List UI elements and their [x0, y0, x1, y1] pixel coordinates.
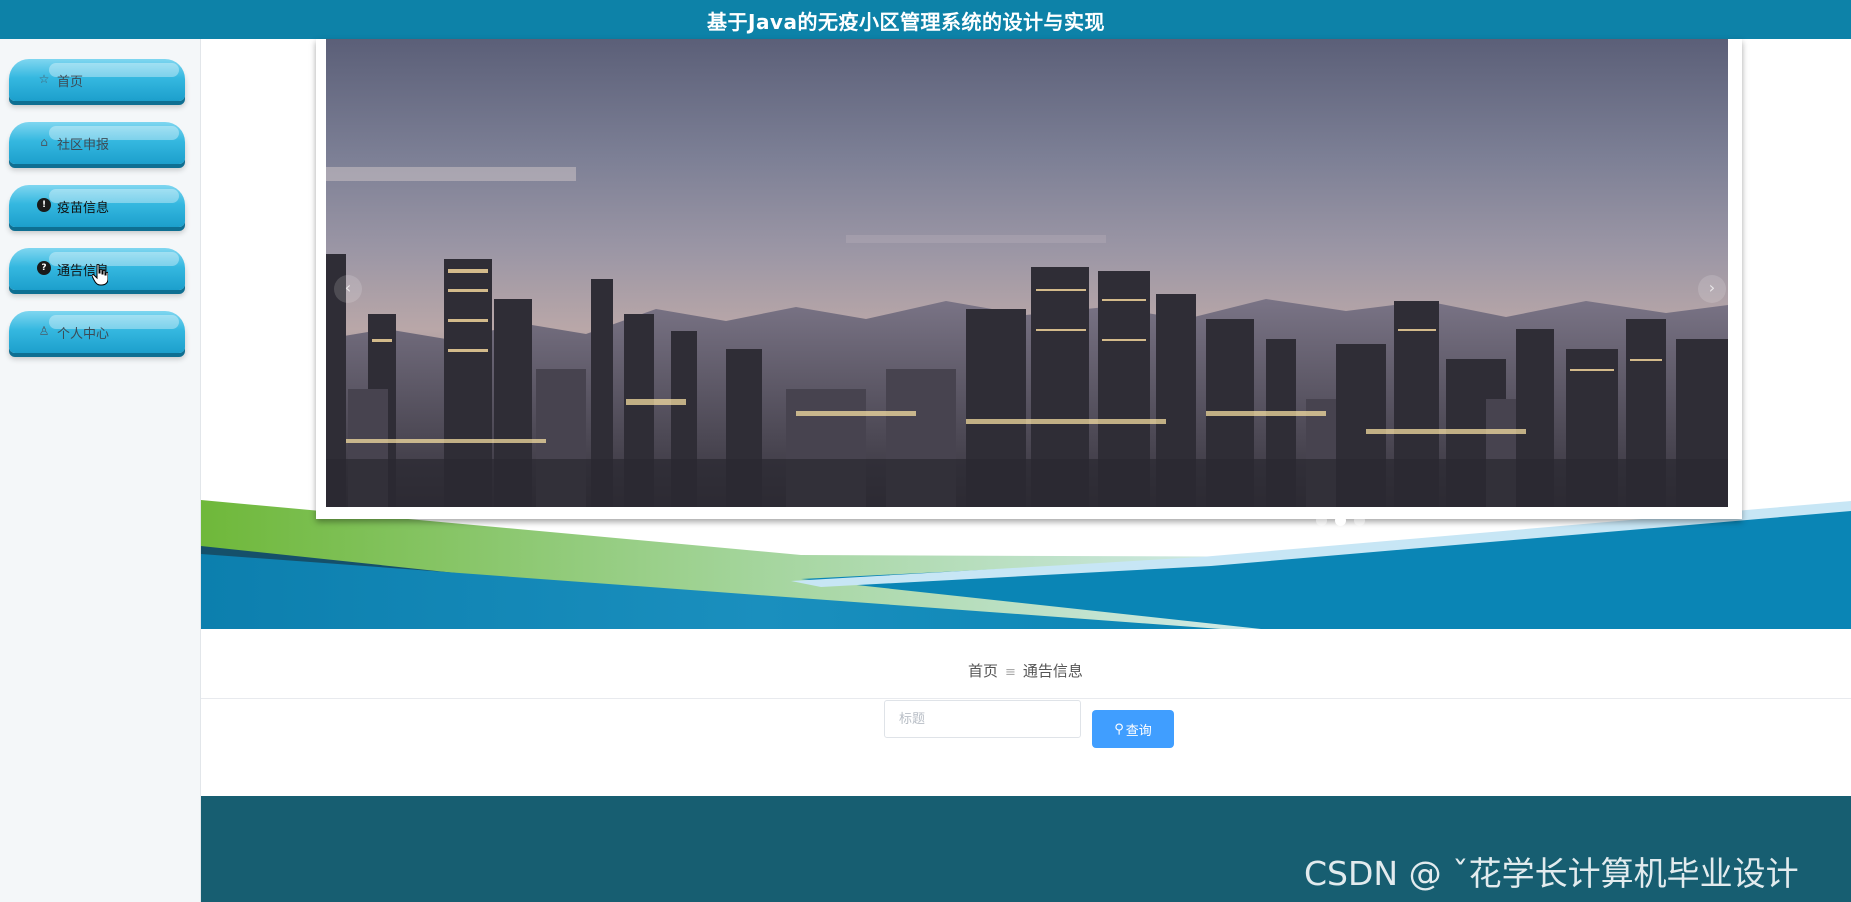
hand-cursor-icon — [92, 264, 108, 286]
city-skyline-illustration — [326, 39, 1728, 507]
sidebar: ☆ 首页 ⌂ 社区申报 ! 疫苗信息 ? 通告信息 ♙ 个人中心 — [0, 39, 201, 902]
sidebar-item-community-report[interactable]: ⌂ 社区申报 — [9, 122, 185, 164]
carousel-indicators — [1316, 515, 1365, 526]
csdn-watermark: CSDN @ ˇ花学长计算机毕业设计 — [1304, 854, 1799, 893]
sidebar-item-home[interactable]: ☆ 首页 — [9, 59, 185, 101]
sidebar-item-personal-center[interactable]: ♙ 个人中心 — [9, 311, 185, 353]
sidebar-item-label: 首页 — [57, 75, 84, 90]
search-button-label: 查询 — [1125, 723, 1152, 739]
breadcrumb-current: 通告信息 — [1022, 662, 1083, 680]
sidebar-item-label: 社区申报 — [57, 138, 110, 153]
top-header: 基于Java的无疫小区管理系统的设计与实现 — [0, 0, 1851, 39]
question-circle-icon: ? — [37, 261, 51, 275]
title-search-input[interactable] — [884, 700, 1081, 738]
breadcrumb: 首页 ≡ 通告信息 — [968, 660, 1083, 681]
home-icon: ☆ — [38, 72, 50, 86]
bag-icon: ⌂ — [40, 135, 48, 149]
breadcrumb-home-link[interactable]: 首页 — [968, 662, 998, 680]
divider — [201, 698, 1851, 699]
carousel-dot[interactable] — [1354, 515, 1365, 526]
sidebar-item-label: 个人中心 — [57, 327, 110, 342]
search-button[interactable]: ⚲ 查询 — [1092, 710, 1174, 748]
carousel-prev-arrow[interactable]: ‹ — [334, 275, 362, 303]
image-carousel: ‹ › — [316, 39, 1742, 526]
sidebar-item-vaccine-info[interactable]: ! 疫苗信息 — [9, 185, 185, 227]
sidebar-item-label: 疫苗信息 — [57, 201, 110, 216]
carousel-next-arrow[interactable]: › — [1698, 275, 1726, 303]
search-icon: ⚲ — [1114, 721, 1124, 737]
breadcrumb-separator: ≡ — [1005, 665, 1016, 680]
info-circle-icon: ! — [37, 198, 51, 212]
city-skyline-image — [326, 39, 1728, 507]
carousel-dot-active[interactable] — [1335, 515, 1346, 526]
carousel-dot[interactable] — [1316, 515, 1327, 526]
user-icon: ♙ — [38, 324, 50, 338]
site-title: 基于Java的无疫小区管理系统的设计与实现 — [707, 10, 1105, 34]
